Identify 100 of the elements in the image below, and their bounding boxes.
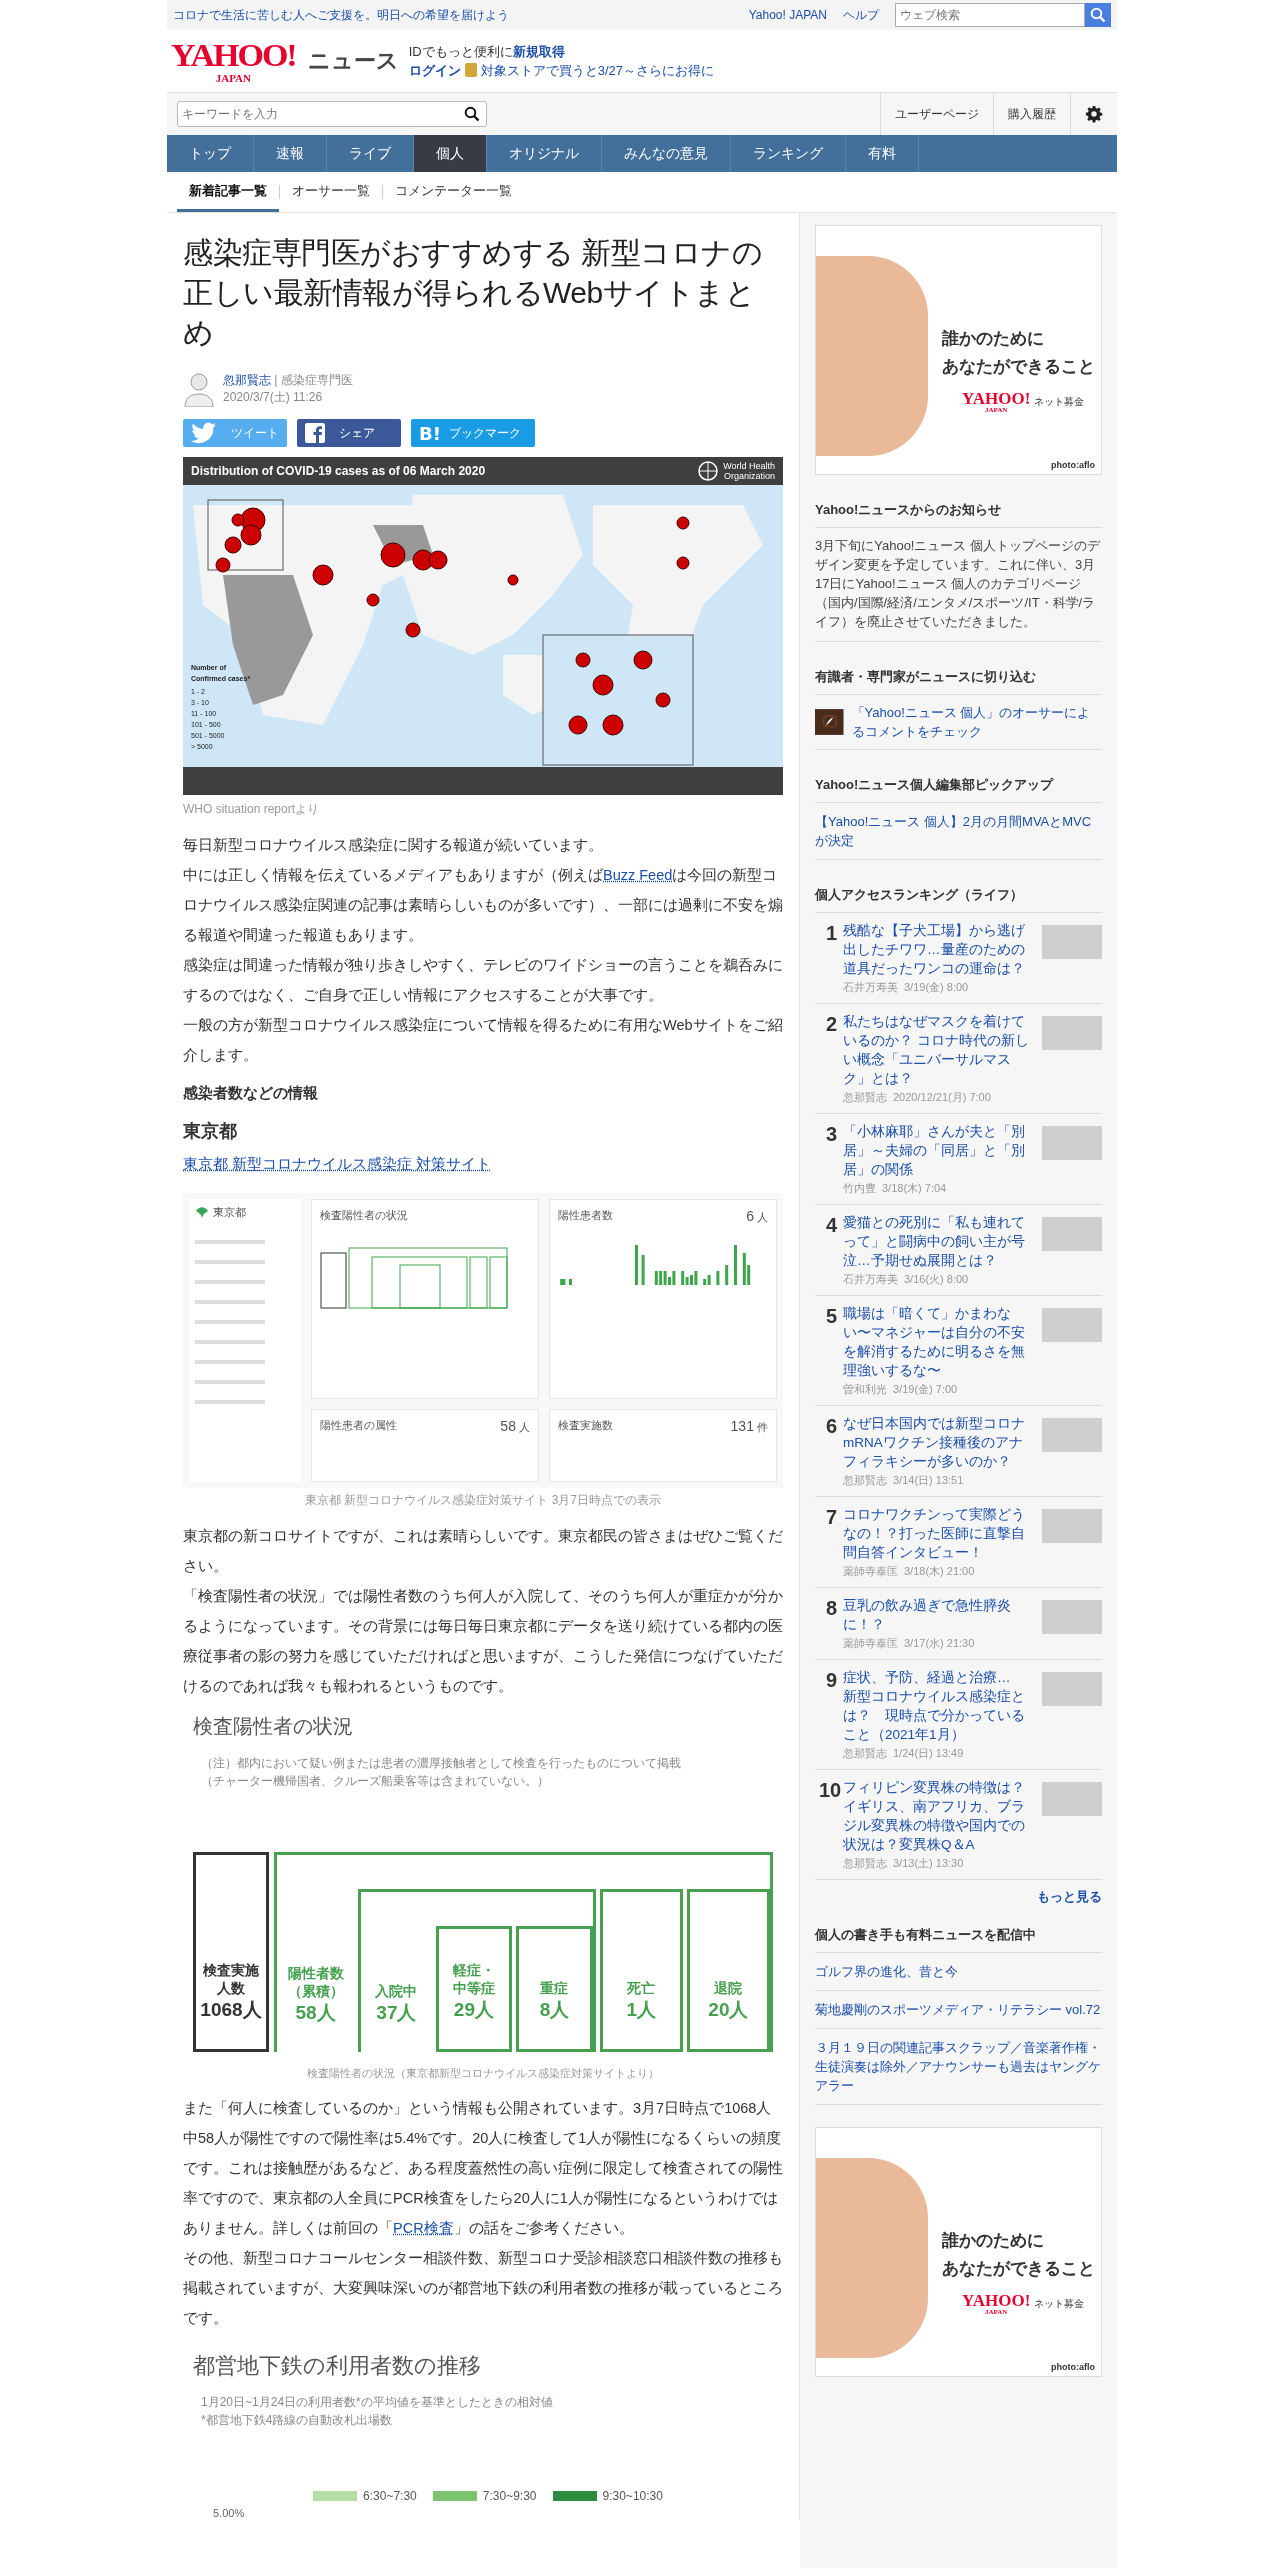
status-value: 37人 xyxy=(375,2001,418,2025)
text-link[interactable]: PCR検査 xyxy=(393,2220,454,2236)
rank-number: 5 xyxy=(824,1304,837,1329)
rank-number: 1 xyxy=(824,921,837,946)
figure-title: 検査陽性者の状況 xyxy=(193,1714,354,1739)
status-label: 死亡 xyxy=(626,1979,657,1997)
ranking-article-link[interactable]: コロナワクチンって実際どうなの！？打った医師に直撃自問自答インタビュー！ xyxy=(843,1505,1036,1562)
card-title: 検査実施数 xyxy=(558,1418,613,1433)
ad-service-name: ネット募金 xyxy=(1034,2297,1085,2311)
section-heading: Yahoo!ニュースからのお知らせ xyxy=(815,489,1102,528)
photo-placeholder xyxy=(1042,1600,1102,1634)
nav-tab[interactable]: 個人 xyxy=(414,135,487,172)
web-search-field[interactable]: ウェブ検索 xyxy=(895,3,1085,27)
chart-bar xyxy=(734,1245,737,1285)
ranking-article-link[interactable]: 私たちはなぜマスクを着けているのか？ コロナ時代の新しい概念「ユニバーサルマスク」とは？ xyxy=(843,1012,1036,1088)
ranking-article-link[interactable]: 「小林麻耶」さんが夫と「別居」～夫婦の「同居」と「別居」の関係 xyxy=(843,1122,1036,1179)
nav-tab[interactable]: ランキング xyxy=(731,135,846,172)
nav-tab[interactable]: 有料 xyxy=(846,135,919,172)
chart-bar xyxy=(725,1265,729,1285)
photo-placeholder xyxy=(1042,1217,1102,1251)
ad-service-name: ネット募金 xyxy=(1034,395,1085,409)
login-link[interactable]: ログイン xyxy=(408,63,461,78)
text-link[interactable]: Buzz Feed xyxy=(603,867,673,883)
section-heading: 東京都 xyxy=(183,1120,238,1143)
header-link[interactable]: Yahoo! JAPAN xyxy=(748,8,827,22)
status-value: 8人 xyxy=(538,1998,571,2022)
coin-icon xyxy=(464,63,477,77)
article-author: 石井万寿美 xyxy=(843,1273,898,1285)
article-date: 3/18(木) 7:04 xyxy=(882,1182,947,1194)
ranking-article-link[interactable]: 残酷な【子犬工場】から逃げ出したチワワ…量産のための道具だったワンコの運命は？ xyxy=(843,921,1036,978)
paragraph: 「検査陽性者の状況」では陽性者数のうち何人が入院して、そのうち何人が重症かが分かるようになっています。その背景には毎日毎日東京都にデータを送り続けている都内の医療従事者の影の努力を感じていただければと思いますが、こうした発信につなげていただけるのであれば我々も報われるというものです。 xyxy=(183,1587,783,1696)
article-title: 感染症専門医がおすすめする 新型コロナの正しい最新情報が得られるWebサイトまとめ xyxy=(183,235,764,351)
banner-link[interactable]: コロナで生活に苦しむ人へご支援を。明日への希望を届けよう xyxy=(173,6,733,24)
figure-title: 都営地下鉄の利用者数の推移 xyxy=(193,2352,482,2380)
status-value: 1人 xyxy=(625,1998,658,2022)
more-link[interactable]: もっと見る xyxy=(815,1880,1102,1914)
article-date: 3/13(土) 13:30 xyxy=(893,1857,964,1869)
section-heading: 個人の書き手も有料ニュースを配信中 xyxy=(815,1914,1102,1953)
sub-tab[interactable]: 新着記事一覧 xyxy=(177,172,279,212)
section-heading: 有識者・専門家がニュースに切り込む xyxy=(815,656,1102,695)
photo-credit: photo:aflo xyxy=(1051,2362,1095,2372)
status-value: 29人 xyxy=(452,1998,495,2022)
nav-tab[interactable]: トップ xyxy=(167,135,254,172)
publish-date: 2020/3/7(土) 11:26 xyxy=(223,389,324,406)
promo-link[interactable]: 対象ストアで買うと3/27～さらにお得に xyxy=(480,63,714,78)
nav-tab[interactable]: 速報 xyxy=(254,135,327,172)
status-label: 軽症・ 中等症 xyxy=(451,1961,496,1997)
photo-placeholder xyxy=(1042,1672,1102,1706)
card-title: 陽性患者の属性 xyxy=(320,1418,397,1433)
card-title: 検査陽性者の状況 xyxy=(320,1208,408,1223)
map-title: Distribution of COVID-19 cases as of 06 March 2020 xyxy=(191,464,486,478)
status-label: 陽性者数 （累積） xyxy=(286,1964,345,2000)
ranking-article-link[interactable]: 愛猫との死別に「私も連れてって」と闘病中の飼い主が号泣…予期せぬ展開とは？ xyxy=(843,1213,1036,1270)
paid-news-link[interactable]: ゴルフ界の進化、昔と今 xyxy=(815,1953,1102,1991)
article-date: 3/16(火) 8:00 xyxy=(904,1273,969,1285)
yahoo-japan-logo[interactable]: YAHOO! JAPAN xyxy=(171,38,296,84)
sub-tab[interactable]: コメンテーター一覧 xyxy=(383,172,524,212)
card-title: 陽性患者数 xyxy=(558,1208,613,1223)
status-label: 検査実施 人数 xyxy=(202,1961,260,1997)
photo-placeholder xyxy=(1042,925,1102,959)
sub-tab[interactable]: オーサー一覧 xyxy=(280,172,382,212)
ranking-article-link[interactable]: 職場は「暗くて」かまわない〜マネジャーは自分の不安を解消するために明るさを無理強いするな〜 xyxy=(843,1304,1036,1380)
ranking-article-link[interactable]: 症状、予防、経過と治療… 新型コロナウイルス感染症とは？ 現時点で分かっていること（2021年1月） xyxy=(843,1668,1036,1744)
section-heading: 個人アクセスランキング（ライフ） xyxy=(815,874,1102,913)
pickup-link[interactable]: 【Yahoo!ニュース 個人】2月の月間MVAとMVCが決定 xyxy=(815,803,1102,860)
photo-credit: photo:aflo xyxy=(1051,460,1095,470)
author-link[interactable]: 忽那賢志 xyxy=(223,373,271,387)
paragraph: 中には正しく情報を伝えているメディアもありますが（例えばBuzz Feedは今回の新型コロナウイルス感染症関連の記事は素晴らしいものが多いです）、一部には過剰に不安を煽る報道や間違った報道もあります。 xyxy=(183,866,783,945)
article-date: 3/18(木) 21:00 xyxy=(904,1565,975,1577)
status-label: 入院中 xyxy=(374,1982,419,2000)
header-link[interactable]: ヘルプ xyxy=(843,6,879,24)
paragraph: 東京都の新コロサイトですが、これは素晴らしいです。東京都民の皆さまはぜひご覧ください。 xyxy=(183,1527,783,1576)
nav-tab[interactable]: みんなの意見 xyxy=(602,135,731,172)
status-label: 退院 xyxy=(713,1979,744,1997)
ranking-article-link[interactable]: なぜ日本国内では新型コロナmRNAワクチン接種後のアナフィラキシーが多いのか？ xyxy=(843,1414,1036,1471)
share-button[interactable]: シェア xyxy=(297,419,401,447)
photo-placeholder xyxy=(1042,1782,1102,1816)
promo-text: IDでもっと便利に xyxy=(408,44,513,59)
paid-news-link[interactable]: ３月１９日の関連記事スクラップ／音楽著作権・生徒演奏は除外／アナウンサーも過去はヤングケアラー xyxy=(815,2029,1102,2105)
article-date: 3/17(水) 21:30 xyxy=(904,1637,975,1649)
expert-comments-link[interactable]: 「Yahoo!ニュース 個人」のオーサーによるコメントをチェック xyxy=(851,703,1102,741)
ranking-article-link[interactable]: フィリピン変異株の特徴は？イギリス、南アフリカ、ブラジル変異株の特徴や国内での状況は？変異株Q＆A xyxy=(843,1778,1036,1854)
figure-note: （チャーター機帰国者、クルーズ船乗客等は含まれていない。） xyxy=(201,1773,550,1790)
chart-bar xyxy=(716,1271,720,1285)
signup-link[interactable]: 新規取得 xyxy=(512,44,565,59)
section-subheading: 感染者数などの情報 xyxy=(183,1084,319,1103)
paragraph: また「何人に検査しているのか」という情報も公開されています。3月7日時点で1068人中58人が陽性ですので陽性率は5.4%です。20人に検査して1人が陽性になるくらいの頻度です。これは接触歴があるなど、ある程度蓋然性の高い症例に限定して検査されての陽性率ですので、東京都の人全員にPCR検査をしたら20人に1人が陽性になるというわけではありません。詳しくは前回の「PCR検査」の話をご参考ください。 xyxy=(183,2099,783,2238)
keyword-search-field[interactable]: キーワードを入力 xyxy=(177,101,487,127)
article-author: 忽那賢志 xyxy=(843,1747,887,1759)
ranking-article-link[interactable]: 豆乳の飲み過ぎで急性膵炎に！？ xyxy=(843,1596,1036,1634)
article-author: 忽那賢志 xyxy=(843,1474,887,1486)
nav-tab[interactable]: オリジナル xyxy=(487,135,602,172)
site-link[interactable]: 東京都 新型コロナウイルス感染症 対策サイト xyxy=(183,1156,492,1172)
status-value: 1068人 xyxy=(199,1998,263,2022)
search-icon[interactable] xyxy=(464,106,480,122)
article-author: 忽那賢志 xyxy=(843,1857,887,1869)
rank-number: 6 xyxy=(824,1414,837,1439)
status-value: 20人 xyxy=(707,1998,750,2022)
ad-headline: 誰かのために あなたができること xyxy=(942,2229,1095,2280)
paid-news-link[interactable]: 菊地慶剛のスポーツメディア・リテラシー vol.72 xyxy=(815,1991,1102,2029)
